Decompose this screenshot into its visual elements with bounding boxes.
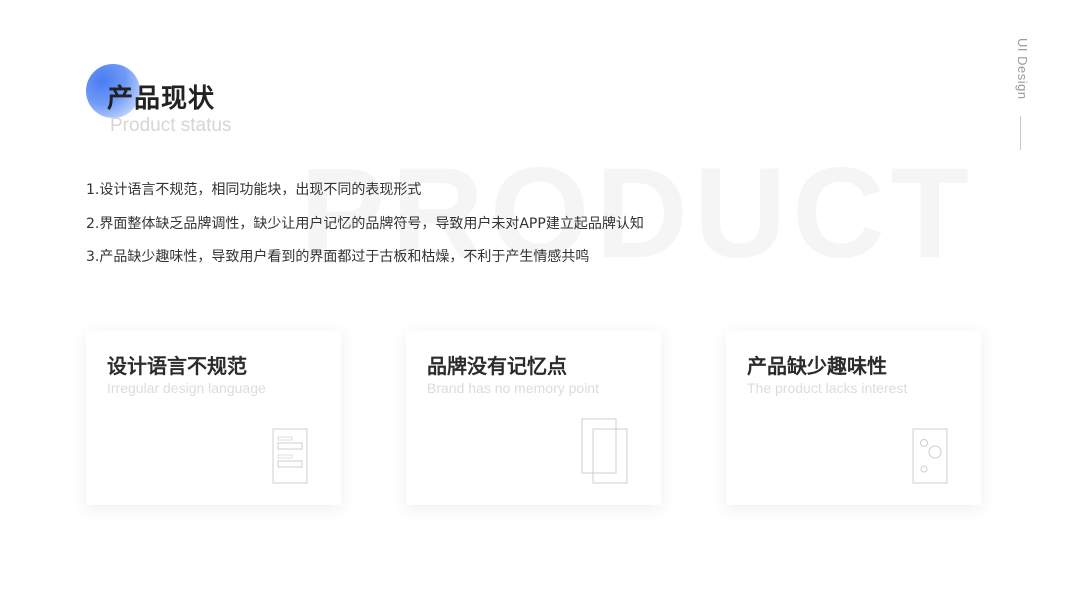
card-title: 设计语言不规范 — [107, 354, 247, 378]
card-subtitle: Brand has no memory point — [427, 380, 599, 396]
card-subtitle: Irregular design language — [107, 380, 266, 396]
status-point: 1.设计语言不规范，相同功能块，出现不同的表现形式 — [86, 182, 422, 198]
status-point: 3.产品缺少趣味性，导致用户看到的界面都过于古板和枯燥，不利于产生情感共鸣 — [86, 249, 590, 265]
form-layout-icon — [272, 428, 308, 484]
page-title: 产品现状 — [107, 84, 216, 114]
circles-card-icon — [912, 428, 948, 484]
side-divider — [1020, 116, 1021, 150]
card-brand-memory: 品牌没有记忆点 Brand has no memory point — [406, 331, 661, 505]
page-subtitle: Product status — [110, 115, 232, 136]
status-point-list: 1.设计语言不规范，相同功能块，出现不同的表现形式 2.界面整体缺乏品牌调性，缺… — [86, 180, 644, 281]
stacked-pages-icon — [581, 418, 628, 484]
side-label: UI Design — [1009, 38, 1030, 158]
card-lacks-interest: 产品缺少趣味性 The product lacks interest — [726, 331, 981, 505]
card-title: 品牌没有记忆点 — [427, 354, 567, 378]
card-irregular-design: 设计语言不规范 Irregular design language — [86, 331, 341, 505]
card-title: 产品缺少趣味性 — [747, 354, 887, 378]
status-point: 2.界面整体缺乏品牌调性，缺少让用户记忆的品牌符号，导致用户未对APP建立起品牌… — [86, 215, 644, 232]
side-label-text: UI Design — [1015, 38, 1030, 100]
card-subtitle: The product lacks interest — [747, 380, 908, 396]
